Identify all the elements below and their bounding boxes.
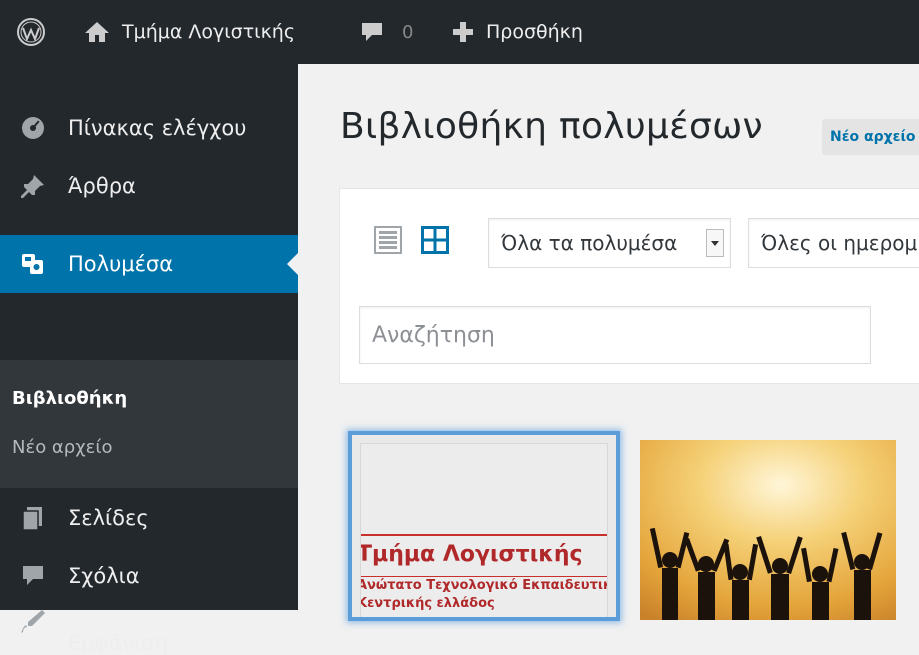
submenu-item-library[interactable]: Βιβλιοθήκη xyxy=(12,388,127,409)
divider xyxy=(361,576,607,577)
new-content-label: Προσθήκη xyxy=(486,21,583,43)
site-name-link[interactable]: Τμήμα Λογιστικής xyxy=(84,0,295,64)
sidebar-item-media[interactable]: Πολυμέσα xyxy=(0,235,298,293)
submenu-item-add-new[interactable]: Νέο αρχείο xyxy=(12,437,112,458)
date-filter[interactable]: Όλες οι ημερομηνίες xyxy=(748,218,919,268)
sidebar-item-label: Εμφάνιση xyxy=(68,631,168,655)
media-type-filter-value: Όλα τα πολυμέσα xyxy=(501,231,678,255)
grid-view-icon[interactable] xyxy=(421,226,449,258)
comment-bubble-icon xyxy=(362,23,382,41)
new-content-link[interactable]: Προσθήκη xyxy=(452,0,583,64)
site-name: Τμήμα Λογιστικής xyxy=(122,21,295,43)
plus-icon xyxy=(453,22,473,42)
wordpress-logo-icon[interactable] xyxy=(16,0,46,64)
pin-icon xyxy=(20,173,46,199)
sidebar-item-appearance[interactable]: Εμφάνιση xyxy=(0,585,298,655)
media-submenu: Βιβλιοθήκη Νέο αρχείο xyxy=(0,360,298,488)
list-view-icon[interactable] xyxy=(374,226,402,258)
thumbnail-title: Τμήμα Λογιστικής xyxy=(360,542,583,567)
add-new-button[interactable]: Νέο αρχείο xyxy=(822,119,919,155)
dropdown-arrow-icon xyxy=(706,229,724,257)
divider xyxy=(361,534,607,536)
sidebar-item-label: Πολυμέσα xyxy=(68,252,174,276)
active-indicator xyxy=(287,253,298,275)
thumbnail-subtitle: Κεντρικής ελλάδος xyxy=(360,596,495,611)
admin-sidebar: Πίνακας ελέγχου Άρθρα Πολυμέσα Βιβλιοθήκ… xyxy=(0,64,298,655)
media-type-filter[interactable]: Όλα τα πολυμέσα xyxy=(488,218,731,268)
page-title: Βιβλιοθήκη πολυμέσων xyxy=(340,106,763,147)
media-item-selected[interactable]: Τμήμα Λογιστικής Ανώτατο Τεχνολογικό Εκπ… xyxy=(348,431,620,621)
pages-icon xyxy=(20,505,46,531)
search-input[interactable] xyxy=(359,306,871,364)
media-item[interactable] xyxy=(640,440,896,620)
sidebar-item-label: Άρθρα xyxy=(68,174,136,198)
silhouettes-photo xyxy=(640,440,896,620)
thumbnail-subtitle: Ανώτατο Τεχνολογικό Εκπαιδευτικό xyxy=(360,578,608,593)
comments-count: 0 xyxy=(402,21,414,43)
admin-bar: Τμήμα Λογιστικής 0 Προσθήκη xyxy=(0,0,919,64)
comments-link[interactable]: 0 xyxy=(360,0,413,64)
date-filter-value: Όλες οι ημερομηνίες xyxy=(761,231,919,255)
appearance-icon xyxy=(20,608,46,634)
sidebar-item-pages[interactable]: Σελίδες xyxy=(0,489,298,547)
media-icon xyxy=(20,251,46,277)
sidebar-item-dashboard[interactable]: Πίνακας ελέγχου xyxy=(0,99,298,157)
media-thumbnail: Τμήμα Λογιστικής Ανώτατο Τεχνολογικό Εκπ… xyxy=(360,443,608,617)
sidebar-item-posts[interactable]: Άρθρα xyxy=(0,157,298,215)
dashboard-icon xyxy=(20,115,46,141)
sidebar-item-label: Πίνακας ελέγχου xyxy=(68,116,247,140)
home-icon xyxy=(85,22,109,42)
sidebar-item-label: Σελίδες xyxy=(68,506,149,530)
